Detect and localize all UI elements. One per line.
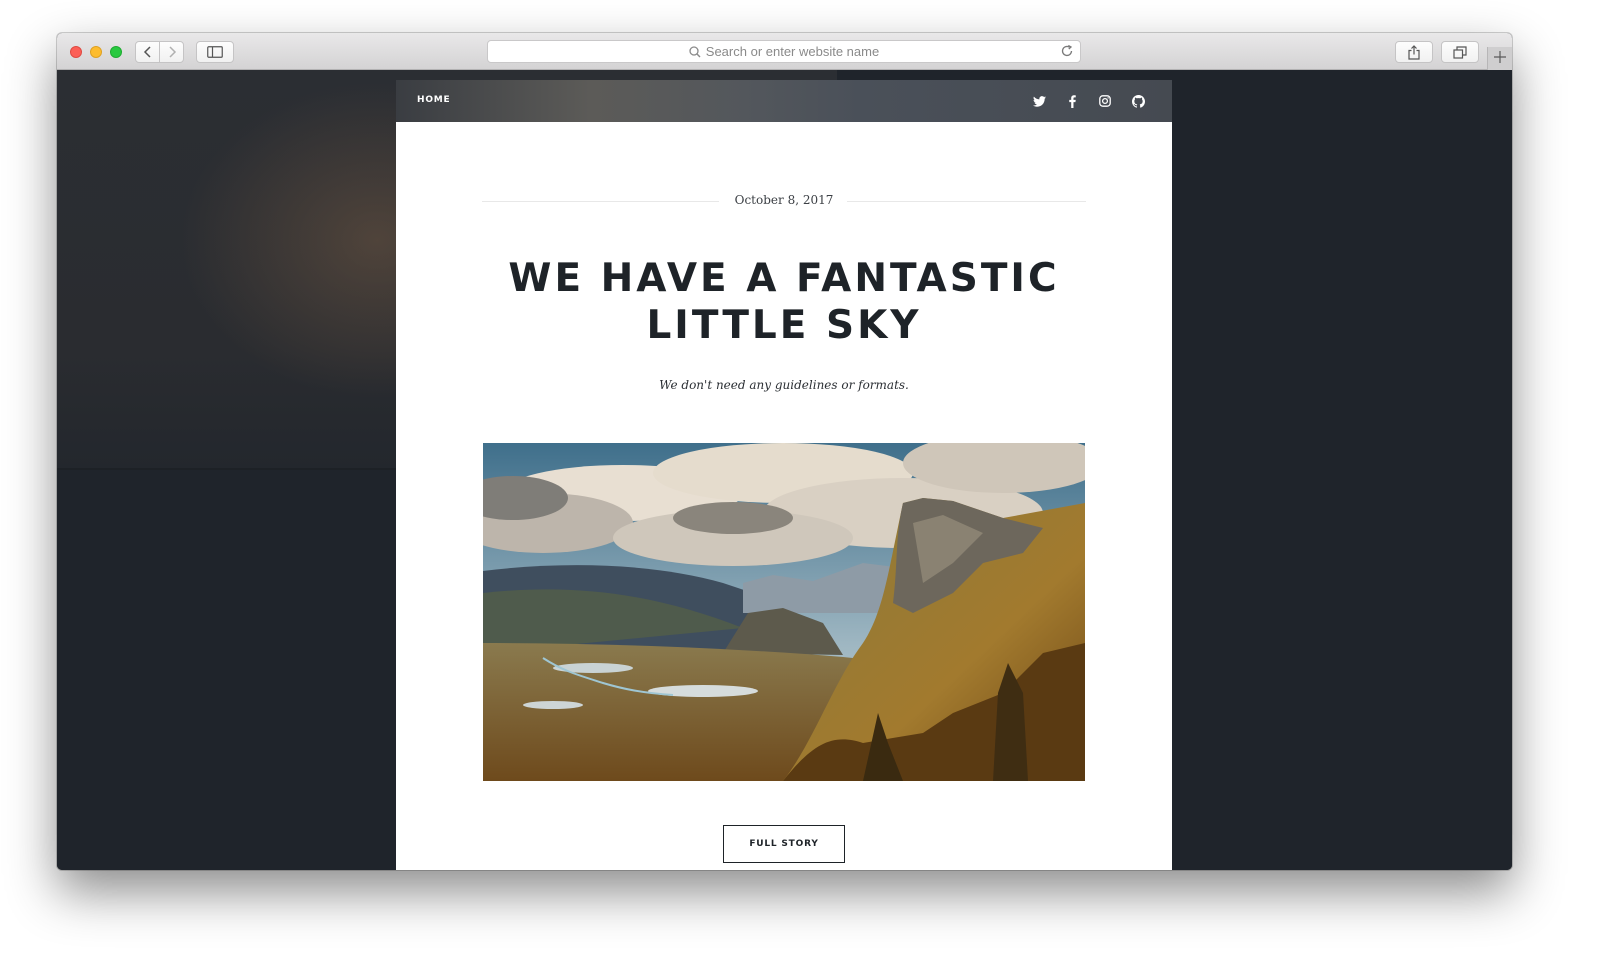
sidebar-icon xyxy=(207,46,223,58)
post-subtitle: We don't need any guidelines or formats. xyxy=(659,378,909,392)
mountain-landscape-image xyxy=(483,443,1085,781)
tab-overview-button[interactable] xyxy=(1441,41,1479,63)
share-button[interactable] xyxy=(1395,41,1433,63)
browser-window: Search or enter website name HOME Octobe… xyxy=(57,33,1512,870)
nav-home-link[interactable]: HOME xyxy=(417,95,451,105)
new-tab-button[interactable] xyxy=(1487,47,1512,70)
new-tab-icon xyxy=(1494,50,1506,68)
share-icon xyxy=(1408,44,1420,60)
github-icon[interactable] xyxy=(1130,93,1146,109)
site-navigation: HOME xyxy=(396,80,1172,122)
web-viewport: HOME October 8, 2017 WE HAVE A FANTASTIC… xyxy=(57,70,1512,870)
address-bar[interactable]: Search or enter website name xyxy=(487,40,1081,63)
post-dateline: October 8, 2017 xyxy=(482,192,1086,212)
zoom-window-button[interactable] xyxy=(110,46,122,58)
divider xyxy=(847,201,1086,202)
close-window-button[interactable] xyxy=(70,46,82,58)
back-icon xyxy=(143,46,153,58)
post-date: October 8, 2017 xyxy=(734,193,834,207)
forward-button[interactable] xyxy=(159,41,184,63)
full-story-button[interactable]: FULL STORY xyxy=(723,825,845,863)
post-title-line: LITTLE SKY xyxy=(646,303,922,348)
blog-page: HOME October 8, 2017 WE HAVE A FANTASTIC… xyxy=(396,80,1172,870)
post-title-line: WE HAVE A FANTASTIC xyxy=(508,256,1060,301)
browser-toolbar: Search or enter website name xyxy=(57,33,1512,70)
post-title[interactable]: WE HAVE A FANTASTIC LITTLE SKY xyxy=(482,255,1086,349)
forward-icon xyxy=(167,46,177,58)
sidebar-button[interactable] xyxy=(196,41,234,63)
instagram-icon[interactable] xyxy=(1097,93,1113,109)
social-links xyxy=(1031,93,1146,109)
back-button[interactable] xyxy=(135,41,160,63)
twitter-icon[interactable] xyxy=(1031,93,1047,109)
address-placeholder: Search or enter website name xyxy=(705,44,880,59)
reload-icon[interactable] xyxy=(1060,44,1074,58)
tabs-icon xyxy=(1453,45,1467,59)
search-icon xyxy=(689,45,701,58)
minimize-window-button[interactable] xyxy=(90,46,102,58)
hero-image[interactable] xyxy=(483,443,1085,781)
facebook-icon[interactable] xyxy=(1064,93,1080,109)
